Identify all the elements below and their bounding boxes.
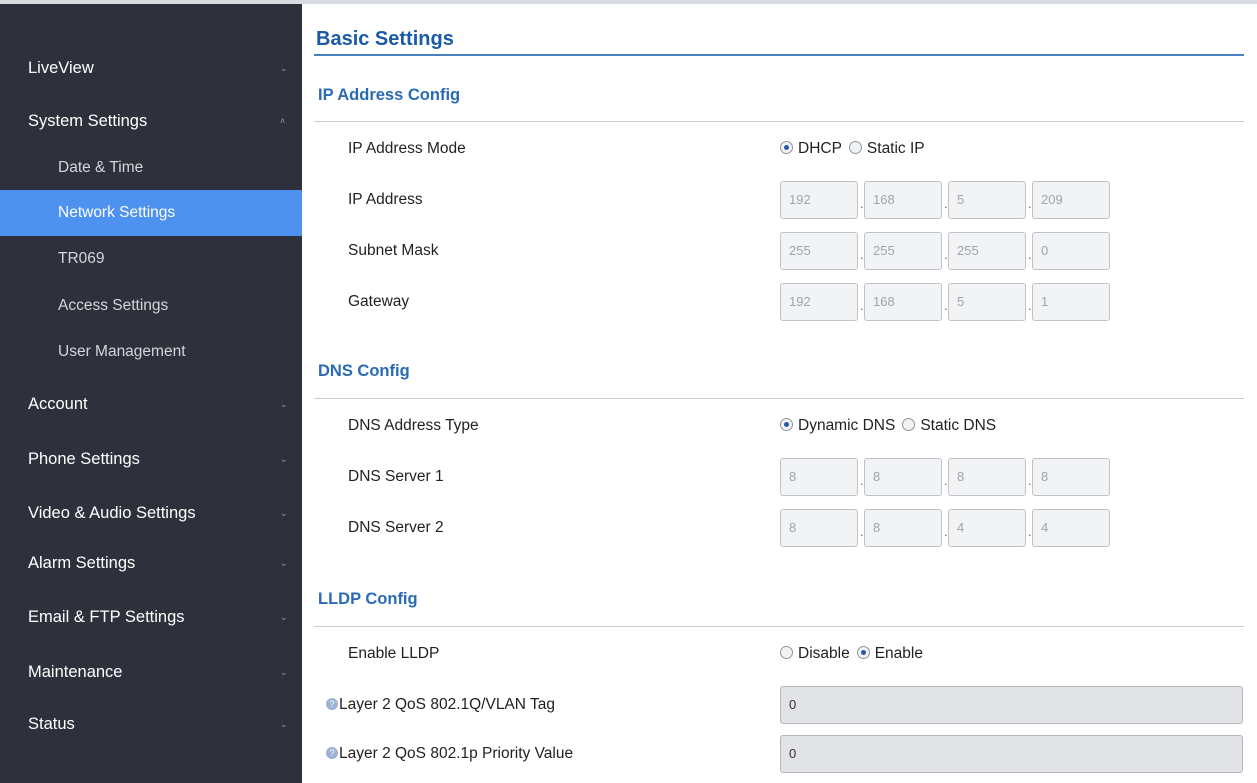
ip-address-octet-1[interactable]: 192 xyxy=(780,181,858,219)
section-title-dns-config: DNS Config xyxy=(318,362,410,380)
radio-label: DHCP xyxy=(798,140,842,157)
sidebar-item-phone-settings[interactable]: Phone Settings ⌄ xyxy=(0,449,302,469)
sidebar-item-liveview[interactable]: LiveView ⌄ xyxy=(0,58,302,78)
ip-address-octet-3[interactable]: 5 xyxy=(948,181,1026,219)
ip-address-octet-2[interactable]: 168 xyxy=(864,181,942,219)
dns1-octet-1[interactable]: 8 xyxy=(780,458,858,496)
sidebar-item-date-time[interactable]: Date & Time xyxy=(0,145,302,191)
chevron-down-icon: ⌄ xyxy=(280,454,288,464)
sidebar-item-status[interactable]: Status ⌄ xyxy=(0,714,302,734)
vlan-tag-input[interactable]: 0 xyxy=(780,686,1243,724)
subnet-octet-3[interactable]: 255 xyxy=(948,232,1026,270)
sidebar: LiveView ⌄ System Settings ˄ Date & Time… xyxy=(0,0,302,783)
sidebar-item-label: Phone Settings xyxy=(28,450,140,468)
section-title-ip-config: IP Address Config xyxy=(318,86,461,104)
enable-lldp-label: Enable LLDP xyxy=(348,645,440,662)
dns-type-radio-group: Dynamic DNS Static DNS xyxy=(780,417,1003,435)
sidebar-item-label: User Management xyxy=(58,343,186,360)
title-divider xyxy=(314,54,1244,56)
sidebar-item-video-audio-settings[interactable]: Video & Audio Settings ⌄ xyxy=(0,503,302,523)
sidebar-item-system-settings[interactable]: System Settings ˄ xyxy=(0,111,302,131)
sidebar-item-maintenance[interactable]: Maintenance ⌄ xyxy=(0,662,302,682)
subnet-octet-1[interactable]: 255 xyxy=(780,232,858,270)
dns2-octet-2[interactable]: 8 xyxy=(864,509,942,547)
radio-label: Disable xyxy=(798,645,850,662)
gateway-octet-2[interactable]: 168 xyxy=(864,283,942,321)
help-icon[interactable]: ? xyxy=(326,698,338,710)
sidebar-item-label: TR069 xyxy=(58,250,105,267)
dns-type-label: DNS Address Type xyxy=(348,417,479,434)
sidebar-item-tr069[interactable]: TR069 xyxy=(0,236,302,282)
sidebar-item-label: Maintenance xyxy=(28,663,123,681)
subnet-mask-label: Subnet Mask xyxy=(348,242,439,259)
radio-dynamic-dns[interactable] xyxy=(780,418,793,431)
radio-label: Static IP xyxy=(866,140,925,157)
dns-server-2-label: DNS Server 2 xyxy=(348,519,444,536)
radio-label: Enable xyxy=(874,645,923,662)
dns2-octet-3[interactable]: 4 xyxy=(948,509,1026,547)
sidebar-item-label: Status xyxy=(28,715,75,733)
dns1-octet-3[interactable]: 8 xyxy=(948,458,1026,496)
subnet-octet-2[interactable]: 255 xyxy=(864,232,942,270)
radio-label: Static DNS xyxy=(920,417,997,434)
chevron-down-icon: ⌄ xyxy=(280,508,288,518)
sidebar-item-label: System Settings xyxy=(28,112,148,130)
gateway-label: Gateway xyxy=(348,293,410,310)
chevron-up-icon: ˄ xyxy=(280,116,286,126)
chevron-down-icon: ⌄ xyxy=(280,63,288,73)
gateway-octet-3[interactable]: 5 xyxy=(948,283,1026,321)
section-divider xyxy=(314,398,1244,399)
radio-disable[interactable] xyxy=(780,646,793,659)
sidebar-item-label: Date & Time xyxy=(58,159,144,176)
gateway-octet-1[interactable]: 192 xyxy=(780,283,858,321)
gateway-octet-4[interactable]: 1 xyxy=(1032,283,1110,321)
dns-server-1-label: DNS Server 1 xyxy=(348,468,444,485)
vlan-tag-label-text: Layer 2 QoS 802.1Q/VLAN Tag xyxy=(339,696,555,713)
sidebar-item-alarm-settings[interactable]: Alarm Settings ⌄ xyxy=(0,553,302,573)
dns1-octet-4[interactable]: 8 xyxy=(1032,458,1110,496)
chevron-down-icon: ⌄ xyxy=(280,719,288,729)
sidebar-item-email-ftp-settings[interactable]: Email & FTP Settings ⌄ xyxy=(0,607,302,627)
priority-value-input[interactable]: 0 xyxy=(780,735,1243,773)
sidebar-item-label: Video & Audio Settings xyxy=(28,504,196,522)
sidebar-item-account[interactable]: Account ⌄ xyxy=(0,394,302,414)
section-divider xyxy=(314,626,1244,627)
radio-static-dns[interactable] xyxy=(902,418,916,431)
ip-mode-radio-group: DHCP Static IP xyxy=(780,140,932,158)
sidebar-item-label: Alarm Settings xyxy=(28,554,136,572)
radio-label: Dynamic DNS xyxy=(798,417,896,434)
priority-value-label-text: Layer 2 QoS 802.1p Priority Value xyxy=(339,745,574,762)
sidebar-item-label: Network Settings xyxy=(58,204,176,221)
dns2-octet-1[interactable]: 8 xyxy=(780,509,858,547)
page-title: Basic Settings xyxy=(316,28,454,50)
vlan-tag-label: ? Layer 2 QoS 802.1Q/VLAN Tag xyxy=(326,696,555,714)
section-title-lldp-config: LLDP Config xyxy=(318,590,418,608)
radio-enable[interactable] xyxy=(856,646,870,659)
main-content: Basic Settings IP Address Config IP Addr… xyxy=(302,0,1257,783)
sidebar-item-label: Email & FTP Settings xyxy=(28,608,185,626)
help-icon[interactable]: ? xyxy=(326,747,338,759)
ip-mode-label: IP Address Mode xyxy=(348,140,466,157)
radio-static-ip[interactable] xyxy=(848,141,862,154)
chevron-down-icon: ⌄ xyxy=(280,612,288,622)
radio-dhcp[interactable] xyxy=(780,141,793,154)
dns1-octet-2[interactable]: 8 xyxy=(864,458,942,496)
sidebar-item-label: Access Settings xyxy=(58,297,169,314)
subnet-octet-4[interactable]: 0 xyxy=(1032,232,1110,270)
sidebar-item-user-management[interactable]: User Management xyxy=(0,329,302,375)
chevron-down-icon: ⌄ xyxy=(280,399,288,409)
dns2-octet-4[interactable]: 4 xyxy=(1032,509,1110,547)
sidebar-item-label: Account xyxy=(28,395,88,413)
ip-address-label: IP Address xyxy=(348,191,423,208)
section-divider xyxy=(314,121,1244,122)
sidebar-item-label: LiveView xyxy=(28,59,94,77)
sidebar-item-access-settings[interactable]: Access Settings xyxy=(0,283,302,329)
sidebar-item-network-settings[interactable]: Network Settings xyxy=(0,190,302,236)
ip-address-octet-4[interactable]: 209 xyxy=(1032,181,1110,219)
chevron-down-icon: ⌄ xyxy=(280,558,288,568)
lldp-radio-group: Disable Enable xyxy=(780,645,930,663)
priority-value-label: ? Layer 2 QoS 802.1p Priority Value xyxy=(326,745,573,763)
chevron-down-icon: ⌄ xyxy=(280,667,288,677)
